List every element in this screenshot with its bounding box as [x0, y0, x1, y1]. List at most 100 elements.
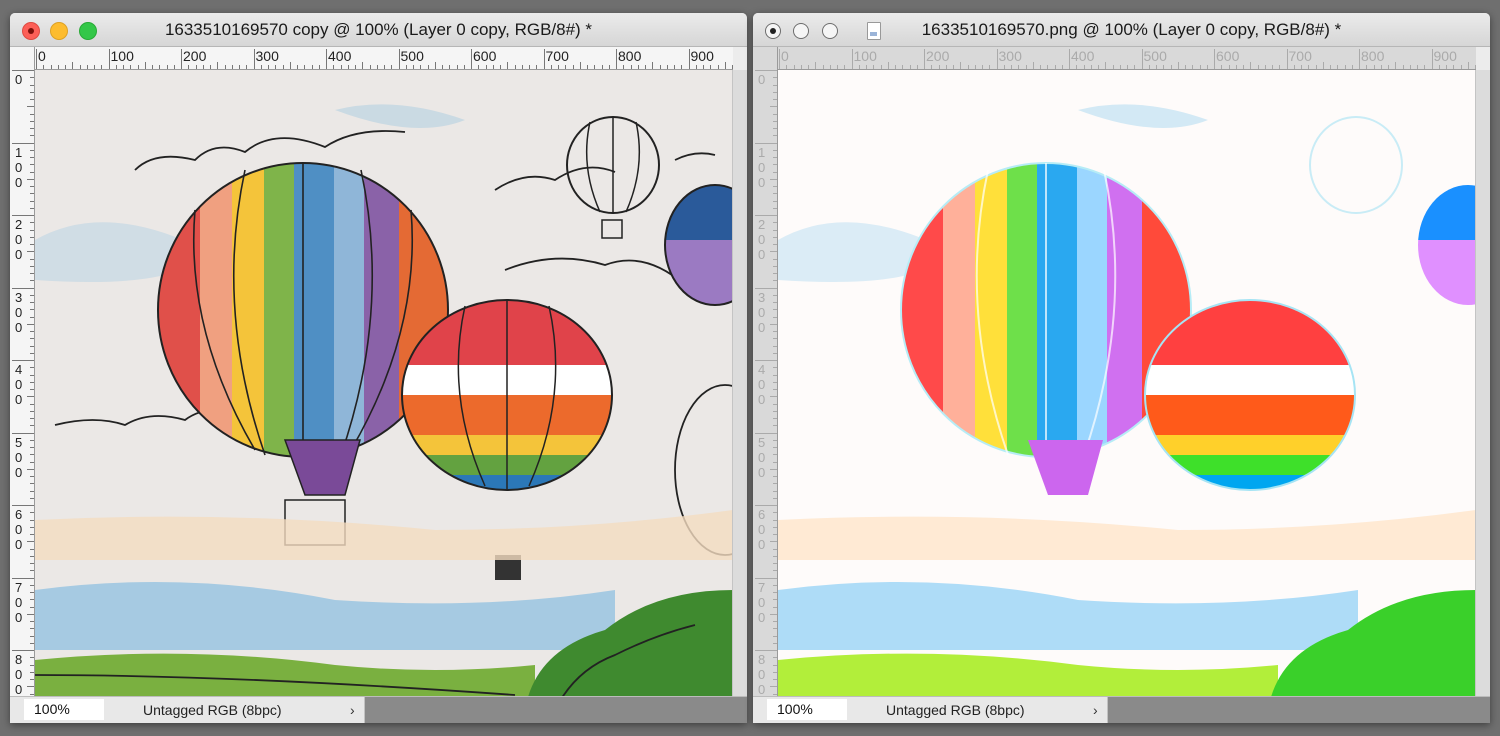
ruler-tick — [829, 65, 831, 69]
ruler-tick — [30, 671, 34, 673]
ruler-tick — [123, 65, 124, 69]
ruler-tick — [12, 70, 34, 71]
ruler-tick — [755, 432, 777, 434]
ruler-tick — [773, 642, 777, 644]
ruler-tick — [30, 519, 34, 521]
ruler-tick — [1388, 65, 1389, 69]
ruler-tick — [773, 273, 777, 274]
title-bar[interactable]: 1633510169570.png @ 100% (Layer 0 copy, … — [753, 13, 1490, 47]
ruler-tick — [398, 49, 400, 69]
ruler-tick — [30, 367, 34, 369]
ruler-tick — [137, 65, 139, 69]
ruler-tick — [773, 606, 777, 608]
ruler-tick — [253, 49, 255, 69]
ruler-tick — [210, 65, 211, 69]
ruler-tick — [967, 65, 969, 69]
ruler-tick — [550, 65, 552, 69]
ruler-label: 100 — [758, 144, 766, 190]
ruler-tick — [773, 265, 777, 267]
ruler-tick — [1214, 49, 1215, 69]
ruler-tick — [1337, 65, 1339, 69]
ruler-tick — [202, 65, 204, 69]
ruler-tick — [79, 65, 81, 69]
ruler-tick — [773, 244, 777, 245]
ruler-tick — [770, 468, 777, 470]
ruler-tick — [311, 65, 313, 69]
vertical-scrollbar[interactable] — [1475, 70, 1490, 696]
vertical-ruler[interactable]: 0 100 200 300 400 500 600 700 800 — [753, 47, 778, 696]
ruler-tick — [30, 164, 34, 166]
ruler-tick — [12, 215, 34, 216]
ruler-label: 0 — [781, 48, 789, 64]
ruler-tick — [36, 49, 37, 69]
ruler-tick — [166, 65, 168, 69]
ruler-tick — [773, 157, 777, 158]
ruler-tick — [1228, 65, 1230, 69]
ruler-tick — [755, 505, 777, 506]
ruler-tick — [30, 534, 34, 535]
ruler-tick — [30, 200, 34, 202]
ruler-tick — [1112, 65, 1114, 69]
ruler-tick — [27, 468, 34, 470]
status-bar: 100% Untagged RGB (8bpc) › — [10, 696, 747, 723]
ruler-tick — [695, 65, 697, 69]
ruler-tick — [773, 555, 777, 557]
ruler-label: 600 — [1216, 48, 1240, 64]
vertical-ruler[interactable]: 0 100 200 300 400 500 600 700 800 — [10, 47, 35, 696]
ruler-tick — [115, 65, 117, 69]
ruler-tick — [57, 65, 59, 69]
ruler-tick — [492, 65, 494, 69]
ruler-tick — [773, 352, 777, 354]
ruler-tick — [65, 65, 66, 69]
ruler-tick — [30, 584, 34, 586]
ruler-tick — [30, 548, 34, 550]
ruler-label: 0 — [15, 72, 23, 87]
ruler-tick — [630, 65, 632, 69]
ruler-tick — [666, 65, 668, 69]
ruler-tick — [1177, 62, 1179, 69]
ruler-tick — [1083, 65, 1085, 69]
image-canvas[interactable] — [778, 70, 1476, 696]
ruler-tick — [770, 106, 777, 108]
horizontal-scroll-area[interactable] — [365, 697, 747, 723]
ruler-tick — [924, 49, 925, 69]
ruler-tick — [1054, 65, 1056, 69]
ruler-tick — [773, 563, 777, 564]
document-window-right[interactable]: 1633510169570.png @ 100% (Layer 0 copy, … — [753, 13, 1490, 723]
ruler-tick — [703, 65, 704, 69]
ruler-label: 100 — [853, 48, 877, 64]
zoom-level-field[interactable]: 100% — [24, 699, 104, 720]
ruler-label: 0 — [758, 72, 766, 87]
title-bar[interactable]: 1633510169570 copy @ 100% (Layer 0 copy,… — [10, 13, 747, 47]
ruler-tick — [773, 526, 777, 528]
horizontal-scroll-area[interactable] — [1108, 697, 1490, 723]
ruler-tick — [108, 49, 110, 69]
ruler-tick — [239, 65, 240, 69]
ruler-tick — [463, 65, 465, 69]
ruler-tick — [558, 65, 559, 69]
ruler-tick — [94, 65, 95, 69]
image-canvas[interactable] — [35, 70, 733, 696]
ruler-tick — [773, 621, 777, 622]
ruler-tick — [1366, 65, 1368, 69]
vertical-scrollbar[interactable] — [732, 70, 747, 696]
chevron-right-icon[interactable]: › — [350, 697, 355, 723]
ruler-tick — [909, 65, 911, 69]
ruler-tick — [773, 534, 777, 535]
ruler-tick — [773, 338, 777, 340]
ruler-tick — [773, 664, 777, 666]
horizontal-ruler[interactable]: 0 100 200 300 400 500 600 700 800 900 — [777, 47, 1476, 70]
horizontal-ruler[interactable]: 0 100 200 300 400 500 600 700 800 900 — [34, 47, 733, 70]
ruler-tick — [260, 65, 262, 69]
chevron-right-icon[interactable]: › — [1093, 697, 1098, 723]
ruler-tick — [30, 244, 34, 245]
zoom-level-field[interactable]: 100% — [767, 699, 847, 720]
ruler-tick — [50, 65, 52, 69]
ruler-tick — [989, 65, 991, 69]
document-window-left[interactable]: 1633510169570 copy @ 100% (Layer 0 copy,… — [10, 13, 747, 723]
ruler-tick — [773, 476, 777, 477]
ruler-tick — [773, 345, 777, 347]
ruler-tick — [773, 171, 777, 173]
ruler-label: 200 — [758, 217, 766, 262]
ruler-tick — [30, 265, 34, 267]
